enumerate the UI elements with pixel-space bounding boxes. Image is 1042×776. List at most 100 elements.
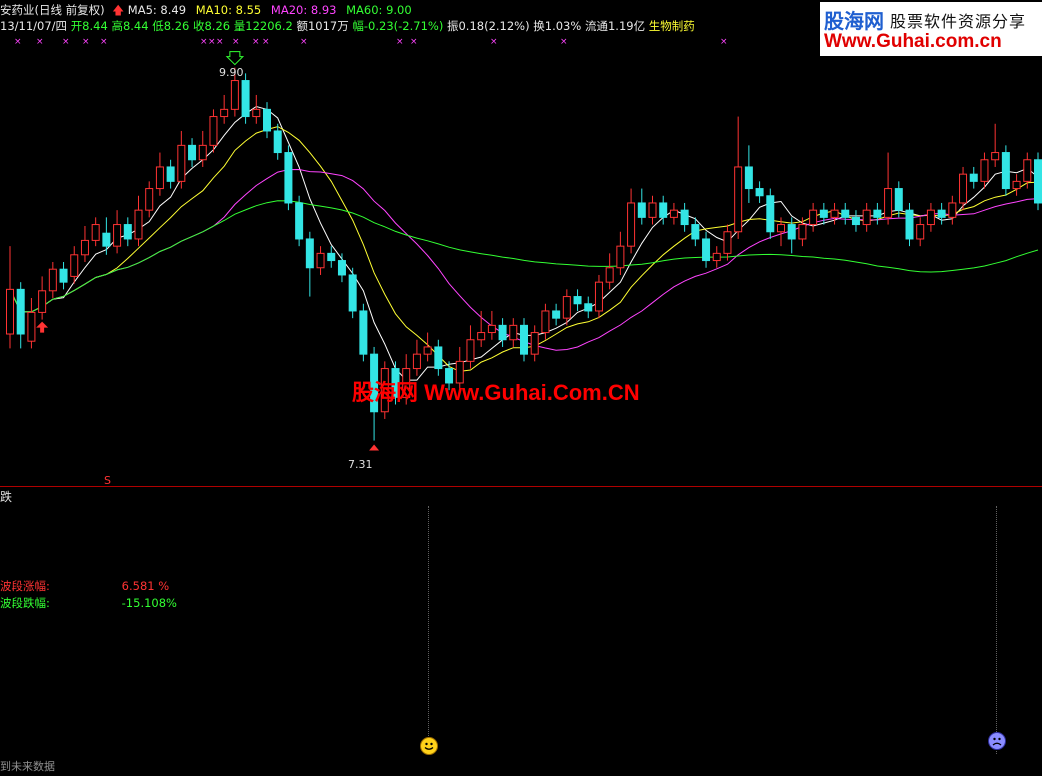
candle-body[interactable] [605,267,614,283]
candle-body[interactable] [766,195,775,233]
candle-body[interactable] [755,188,764,197]
candle-body[interactable] [884,188,893,218]
signal-x-marker: × [100,37,108,47]
candle-body[interactable] [230,80,239,110]
candle-body[interactable] [123,224,132,240]
candle-body[interactable] [787,224,796,240]
candle-body[interactable] [926,209,935,226]
candle-body[interactable] [594,281,603,312]
candle-body[interactable] [423,346,432,355]
price-chart-panel[interactable]: × × × × × × × × × × × × × × × × × 安药业(日线 前复权) 🡅 MA5: 8.4… [0,0,1042,487]
candle-body[interactable] [530,332,539,355]
candle-body[interactable] [937,209,946,218]
candle-body[interactable] [520,324,528,355]
candle-body[interactable] [991,152,1000,161]
candle-body[interactable] [359,310,368,355]
float-shares: 流通1.19亿 [584,19,646,33]
candle-body[interactable] [916,224,925,240]
candle-body[interactable] [862,209,871,226]
candle-body[interactable] [27,311,36,342]
candle-body[interactable] [241,80,250,118]
candle-body[interactable] [209,116,218,146]
candle-body[interactable] [841,209,850,218]
candle-body[interactable] [220,108,229,118]
candle-body[interactable] [541,310,550,334]
candle-body[interactable] [809,209,818,226]
candle-body[interactable] [584,303,593,312]
candle-body[interactable] [562,296,571,319]
candle-body[interactable] [980,159,989,182]
candle-body[interactable] [412,353,421,370]
candle-body[interactable] [969,173,978,182]
candle-body[interactable] [702,238,711,262]
candle-body[interactable] [252,108,261,118]
candle-body[interactable] [198,144,207,161]
candle-body[interactable] [263,108,271,132]
candle-body[interactable] [177,144,186,182]
candle-body[interactable] [637,202,646,218]
candle-body[interactable] [477,332,486,341]
candle-body[interactable] [851,216,860,226]
candle-body[interactable] [498,324,507,341]
candle-body[interactable] [348,274,357,312]
indicator-panel[interactable]: 跌 波段涨幅: 6.581 % 波段跌幅: -15.108% 到未来数据 [0,488,1042,776]
candle-body[interactable] [102,232,111,247]
signal-x-marker: × [62,37,70,47]
candle-body[interactable] [91,224,100,241]
candle-body[interactable] [948,202,957,218]
candle-body[interactable] [1012,180,1021,190]
candle-body[interactable] [316,252,325,269]
rise-label: 波段涨幅: [0,579,50,593]
candle-body[interactable] [48,268,57,292]
candle-body[interactable] [691,224,700,240]
candle-body[interactable] [145,188,154,211]
candle-body[interactable] [552,310,561,319]
candle-body[interactable] [1034,159,1042,204]
candle-body[interactable] [959,173,968,204]
candle-body[interactable] [798,224,807,240]
candle-body[interactable] [155,166,164,190]
candle-body[interactable] [487,324,496,334]
candle-body[interactable] [434,346,443,370]
candle-body[interactable] [723,231,732,254]
candle-body[interactable] [305,238,314,269]
candlestick-chart[interactable]: × × × × × × × × × × × × × × × × × [0,0,1042,486]
candle-body[interactable] [616,245,625,269]
candle-body[interactable] [669,209,678,218]
ma5-value: MA5: 8.49 [127,3,187,17]
candle-body[interactable] [273,130,282,154]
candle-body[interactable] [1001,152,1010,190]
candle-body[interactable] [295,202,304,240]
candle-body[interactable] [830,209,839,218]
candle-body[interactable] [509,324,518,341]
candle-body[interactable] [734,166,743,233]
candle-body[interactable] [744,166,753,190]
candle-body[interactable] [777,224,785,233]
candle-body[interactable] [16,288,25,335]
candle-body[interactable] [38,290,47,313]
candle-body[interactable] [337,260,346,276]
candle-body[interactable] [284,152,293,204]
candle-body[interactable] [6,288,14,335]
candle-body[interactable] [680,209,689,226]
candle-body[interactable] [712,252,721,262]
candle-body[interactable] [188,144,197,161]
signal-x-marker: × [36,37,44,47]
candle-body[interactable] [573,296,582,305]
candle-body[interactable] [819,209,828,218]
candle-body[interactable] [627,202,636,247]
candle-body[interactable] [894,188,903,211]
candle-body[interactable] [648,202,657,218]
candle-body[interactable] [70,254,79,277]
candle-body[interactable] [1023,159,1032,182]
candle-body[interactable] [80,239,89,256]
candle-body[interactable] [659,202,668,218]
candle-body[interactable] [134,209,143,240]
candle-body[interactable] [113,224,122,247]
candle-body[interactable] [166,166,175,182]
candle-body[interactable] [905,209,914,240]
candle-body[interactable] [327,252,336,262]
candle-body[interactable] [466,339,475,362]
candle-body[interactable] [59,268,68,283]
candle-body[interactable] [873,209,882,218]
